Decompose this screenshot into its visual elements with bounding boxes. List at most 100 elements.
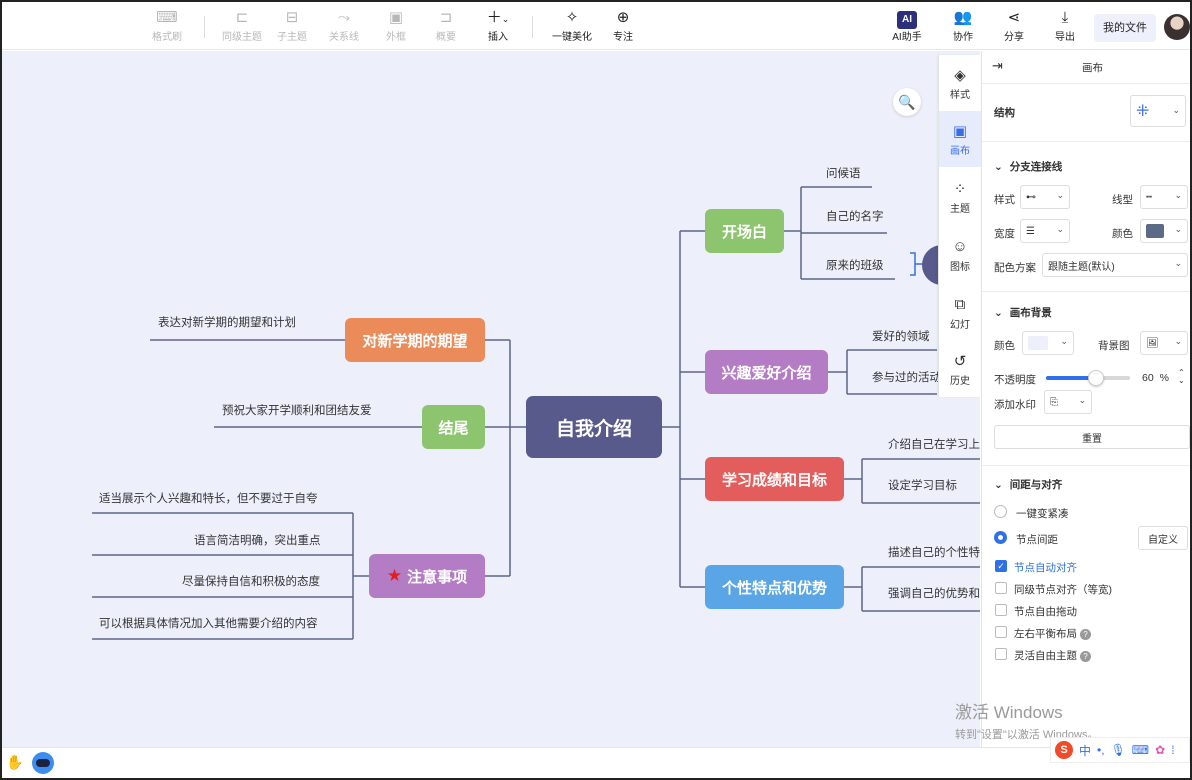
canvas-search-button[interactable]: 🔍 (893, 88, 921, 116)
branch-lines-section[interactable]: ⌄ 分支连接线 (994, 159, 1062, 174)
punctuation-icon: •, (1097, 743, 1105, 757)
summary-button[interactable]: ⊐ 概要 (426, 8, 466, 48)
child-topic-button[interactable]: ⊟ 子主题 (272, 8, 312, 48)
auto-align-label: 节点自动对齐 (1014, 562, 1077, 574)
focus-button[interactable]: ⊕ 专注 (606, 8, 640, 48)
line-type-select[interactable]: ┅ ⌄ (1140, 185, 1188, 209)
plus-icon: ＋⌄ (486, 9, 510, 26)
chevron-down-icon: ⌄ (1060, 336, 1068, 346)
canvas-bg-section[interactable]: ⌄ 画布背景 (994, 305, 1052, 320)
tab-slides[interactable]: ⧉ 幻灯 (939, 285, 981, 341)
divider (982, 291, 1191, 292)
structure-select[interactable]: ⁜ ⌄ (1130, 95, 1186, 127)
my-files-button[interactable]: 我的文件 (1094, 14, 1156, 42)
beautify-button[interactable]: ✧ 一键美化 (546, 8, 598, 48)
boundary-button[interactable]: ▣ 外框 (376, 8, 416, 48)
line-width-select[interactable]: ☰ ⌄ (1020, 219, 1070, 243)
tab-theme[interactable]: ⁘ 主题 (939, 169, 981, 225)
spacing-section[interactable]: ⌄ 间距与对齐 (994, 477, 1062, 492)
leaf-activities[interactable]: 参与过的活动 (872, 369, 941, 385)
spacing-radio-label: 节点间距 (1016, 534, 1058, 546)
watermark-label: 添加水印 (994, 399, 1036, 411)
sibling-topic-button[interactable]: ⊏ 同级主题 (217, 8, 267, 48)
compact-radio-label: 一键变紧凑 (1016, 508, 1069, 520)
tab-icons[interactable]: ☺ 图标 (939, 227, 981, 283)
export-button[interactable]: ⤓ 导出 (1048, 8, 1082, 48)
opacity-slider-handle[interactable] (1088, 370, 1105, 386)
collaborate-button[interactable]: 👥 协作 (946, 8, 980, 48)
help-icon[interactable]: ? (1080, 651, 1091, 662)
magic-wand-icon: ✧ (565, 9, 579, 26)
format-panel: ⇥ 画布 结构 ⁜ ⌄ ⌄ 分支连接线 样式 ⊷ ⌄ 线型 ┅ ⌄ 宽度 ☰ ⌄… (981, 51, 1191, 747)
sibling-align-checkbox[interactable] (995, 582, 1007, 594)
leaf-strengths[interactable]: 强调自己的优势和 (888, 585, 980, 601)
branch-opening[interactable]: 开场白 (705, 209, 784, 253)
leaf-personality-desc[interactable]: 描述自己的个性特 (888, 544, 980, 560)
spacing-radio[interactable] (994, 531, 1007, 544)
leaf-study-goal[interactable]: 设定学习目标 (888, 477, 957, 493)
custom-spacing-button[interactable]: 自定义 (1138, 526, 1188, 550)
leaf-name[interactable]: 自己的名字 (826, 208, 884, 224)
sibling-align-label: 同级节点对齐（等宽) (1014, 584, 1112, 596)
leaf-note-4[interactable]: 可以根据具体情况加入其他需要介绍的内容 (99, 615, 318, 631)
top-toolbar: ⌨ 格式刷 ⊏ 同级主题 ⊟ 子主题 ⤳ 关系线 ▣ 外框 ⊐ 概要 ＋⌄ 插入… (2, 2, 1190, 50)
line-width-label: 宽度 (994, 228, 1015, 240)
free-drag-checkbox[interactable] (995, 604, 1007, 616)
compact-radio[interactable] (994, 505, 1007, 518)
branch-personality[interactable]: 个性特点和优势 (705, 565, 844, 609)
leaf-note-1[interactable]: 适当展示个人兴趣和特长，但不要过于自夸 (99, 490, 318, 506)
leaf-study-intro[interactable]: 介绍自己在学习上 (888, 436, 980, 452)
leaf-wishes[interactable]: 预祝大家开学顺利和团结友爱 (222, 402, 372, 418)
boundary-icon: ▣ (388, 9, 404, 26)
opacity-stepper[interactable]: ⌃ ⌄ (1178, 369, 1185, 385)
emoji-icon: ☺ (952, 237, 968, 255)
format-painter-button[interactable]: ⌨ 格式刷 (142, 8, 192, 48)
bg-image-select[interactable]: 🖼 ⌄ (1140, 331, 1188, 355)
leaf-greeting[interactable]: 问候语 (826, 165, 861, 181)
hand-tool-icon[interactable]: ✋ (6, 754, 23, 771)
opacity-slider-track[interactable] (1046, 370, 1130, 386)
chevron-down-icon: ⌄ (1056, 190, 1064, 200)
bg-color-select[interactable]: ⌄ (1022, 331, 1074, 355)
mindmap-canvas[interactable]: 自我介绍 开场白 兴趣爱好介绍 学习成绩和目标 个性特点和优势 问候语 自己的名… (2, 51, 980, 747)
tab-style[interactable]: ◈ 样式 (939, 55, 981, 111)
tab-history[interactable]: ↺ 历史 (939, 341, 981, 397)
insert-button[interactable]: ＋⌄ 插入 (476, 8, 520, 48)
ime-toolbar[interactable]: S 中 •, 🎙 ⌨ ✿ ⁞ (1050, 737, 1190, 763)
branch-hobbies[interactable]: 兴趣爱好介绍 (705, 350, 828, 394)
bg-color-swatch (1028, 336, 1048, 350)
color-scheme-select[interactable]: 跟随主题(默认) ⌄ (1042, 253, 1188, 277)
branch-ending[interactable]: 结尾 (422, 405, 485, 449)
branch-expectations[interactable]: 对新学期的期望 (345, 318, 485, 362)
leaf-hobby-field[interactable]: 爱好的领域 (872, 328, 930, 344)
branch-study-goals[interactable]: 学习成绩和目标 (705, 457, 844, 501)
free-topic-checkbox[interactable] (995, 648, 1007, 660)
root-topic[interactable]: 自我介绍 (526, 396, 662, 458)
opacity-value[interactable]: 60 % (1142, 372, 1169, 384)
reset-button[interactable]: 重置 (994, 425, 1190, 449)
collapse-panel-icon[interactable]: ⇥ (992, 58, 1003, 74)
assistant-robot-icon[interactable] (32, 752, 54, 774)
leaf-note-3[interactable]: 尽量保持自信和积极的态度 (182, 573, 320, 589)
branch-notes[interactable]: ★ 注意事项 (369, 554, 485, 598)
leaf-plan[interactable]: 表达对新学期的期望和计划 (158, 314, 296, 330)
line-width-icon: ☰ (1026, 225, 1035, 237)
leaf-note-2[interactable]: 语言简洁明确，突出重点 (194, 532, 321, 548)
share-button[interactable]: ⋖ 分享 (997, 8, 1031, 48)
tab-canvas[interactable]: ▣ 画布 (939, 111, 981, 167)
auto-align-checkbox[interactable]: ✓ (995, 560, 1007, 572)
leaf-class[interactable]: 原来的班级 (826, 257, 884, 273)
line-color-select[interactable]: ⌄ (1140, 219, 1188, 243)
ai-assistant-button[interactable]: AI AI助手 (886, 8, 928, 48)
line-style-select[interactable]: ⊷ ⌄ (1020, 185, 1070, 209)
balance-layout-checkbox[interactable] (995, 626, 1007, 638)
focus-icon: ⊕ (616, 9, 630, 26)
format-painter-icon: ⌨ (156, 9, 178, 26)
watermark-select[interactable]: ⎘ ⌄ (1044, 390, 1092, 414)
toolbar-divider (532, 16, 533, 38)
keyboard-icon: ⌨ (1131, 743, 1150, 757)
help-icon[interactable]: ? (1080, 629, 1091, 640)
avatar[interactable] (1164, 14, 1190, 40)
side-tab-bar: ◈ 样式 ▣ 画布 ⁘ 主题 ☺ 图标 ⧉ 幻灯 ↺ 历史 (938, 55, 981, 397)
relation-line-button[interactable]: ⤳ 关系线 (322, 8, 366, 48)
